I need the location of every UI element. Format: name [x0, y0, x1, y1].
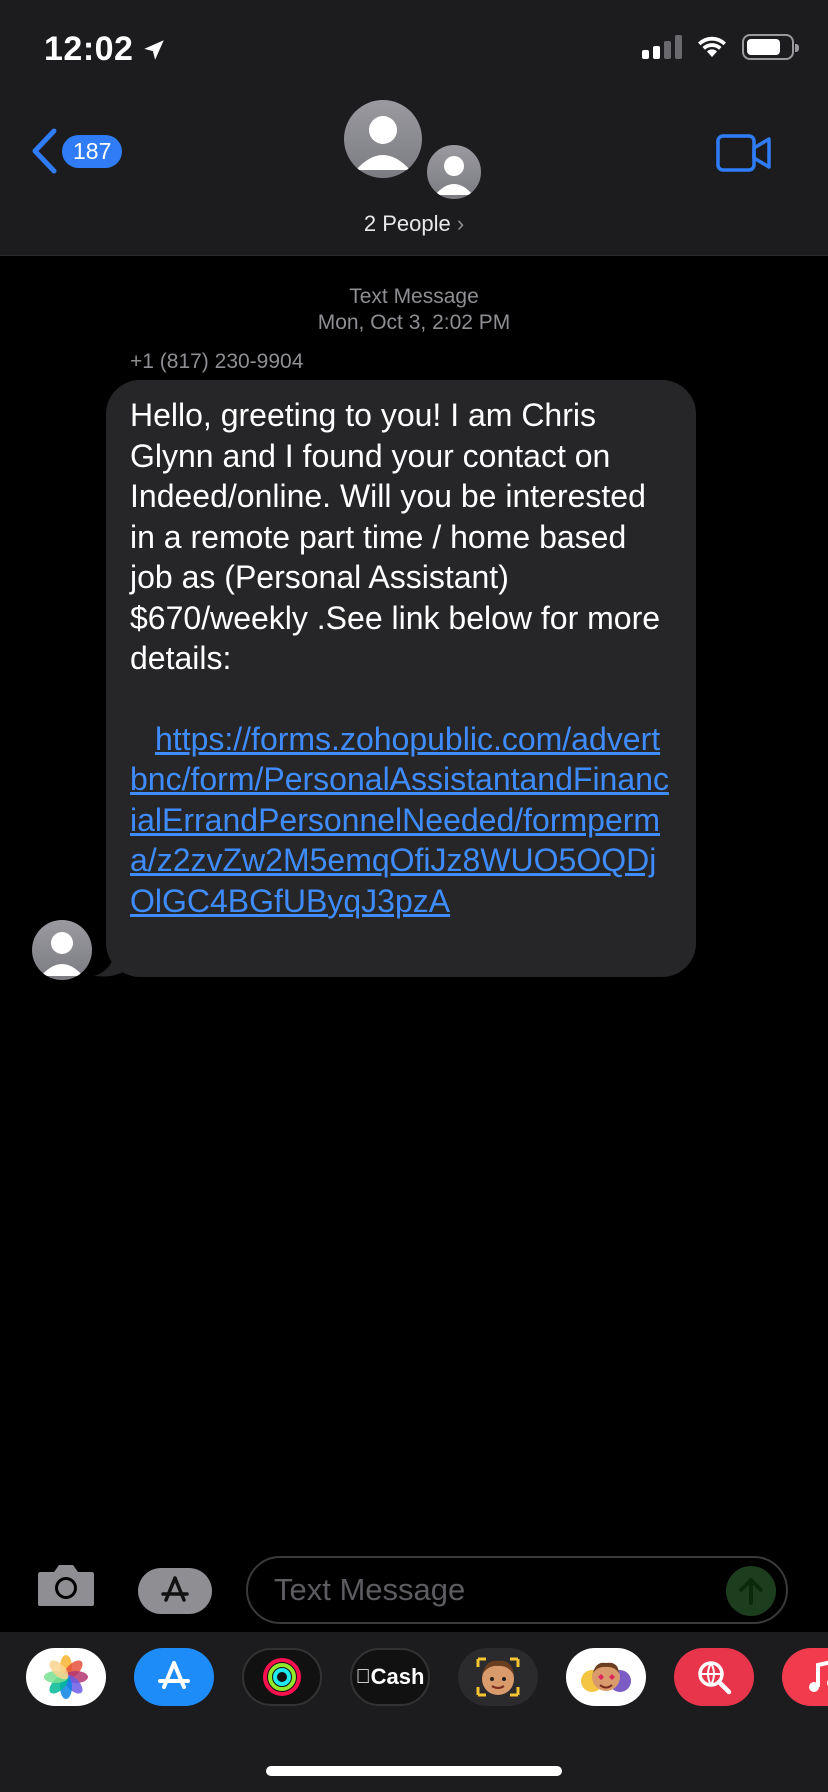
group-details-link[interactable]: 2 People ›	[0, 211, 828, 237]
cash-label: Cash	[363, 1664, 425, 1689]
app-store-a-icon	[161, 1576, 189, 1602]
message-timestamp: Mon, Oct 3, 2:02 PM	[317, 311, 511, 334]
contact-avatar-1	[344, 100, 422, 178]
camera-icon	[38, 1565, 94, 1606]
app-store-glyph	[158, 1661, 190, 1689]
memoji-stickers-glyph	[581, 1662, 631, 1692]
magnifier-globe-icon	[698, 1661, 732, 1695]
arrow-up-icon	[739, 1578, 763, 1605]
clock-text: 12:02	[44, 30, 134, 68]
camera-button[interactable]	[36, 1562, 96, 1613]
apple-logo-icon: 	[356, 1666, 371, 1689]
music-app-icon[interactable]	[782, 1648, 828, 1706]
message-input[interactable]: Text Message	[246, 1556, 788, 1624]
unread-count-badge: 187	[62, 134, 123, 168]
location-arrow-icon	[144, 39, 165, 60]
memoji-face-icon	[476, 1657, 520, 1697]
video-camera-icon	[716, 134, 771, 172]
message-link-text: https://forms.zohopublic.com/advertbnc/f…	[130, 720, 669, 919]
photos-app-icon[interactable]	[26, 1648, 106, 1706]
memoji-app-icon[interactable]	[458, 1648, 538, 1706]
app-store-icon[interactable]	[134, 1648, 214, 1706]
conversation-header: 12:02 187 2 People ›	[0, 0, 828, 256]
send-button[interactable]	[726, 1566, 776, 1616]
cellular-signal-icon	[642, 35, 682, 59]
battery-icon	[742, 34, 799, 60]
contact-avatar-2	[424, 142, 484, 202]
wifi-icon	[698, 36, 726, 57]
people-label: 2 People	[363, 211, 451, 236]
home-indicator[interactable]	[266, 1766, 562, 1776]
chevron-right-icon: ›	[456, 211, 465, 236]
sender-avatar[interactable]	[32, 920, 92, 980]
app-store-drawer-button[interactable]	[138, 1568, 212, 1614]
music-note-icon	[809, 1660, 828, 1692]
sender-number: +1 (817) 230-9904	[130, 350, 304, 373]
group-avatars[interactable]	[344, 100, 484, 202]
images-search-icon[interactable]	[674, 1648, 754, 1706]
photos-flower-icon	[44, 1655, 88, 1699]
message-bubble[interactable]: Hello, greeting to you! I am Chris Glynn…	[106, 380, 696, 977]
message-composer: Text Message	[0, 1552, 828, 1628]
message-input-placeholder: Text Message	[274, 1572, 466, 1607]
activity-rings-icon	[263, 1658, 301, 1696]
status-icons	[642, 34, 799, 60]
back-button[interactable]: 187	[30, 128, 123, 174]
chevron-left-icon	[32, 128, 57, 174]
message-link[interactable]: https://forms.zohopublic.com/advertbnc/f…	[130, 719, 672, 922]
status-bar-time: 12:02	[44, 30, 167, 69]
activity-app-icon[interactable]	[242, 1648, 322, 1706]
apple-cash-icon[interactable]:  Cash	[350, 1648, 430, 1706]
facetime-video-button[interactable]	[716, 134, 772, 177]
memoji-stickers-icon[interactable]	[566, 1648, 646, 1706]
message-text: Hello, greeting to you! I am Chris Glynn…	[130, 397, 661, 676]
service-label: Text Message	[349, 285, 479, 308]
